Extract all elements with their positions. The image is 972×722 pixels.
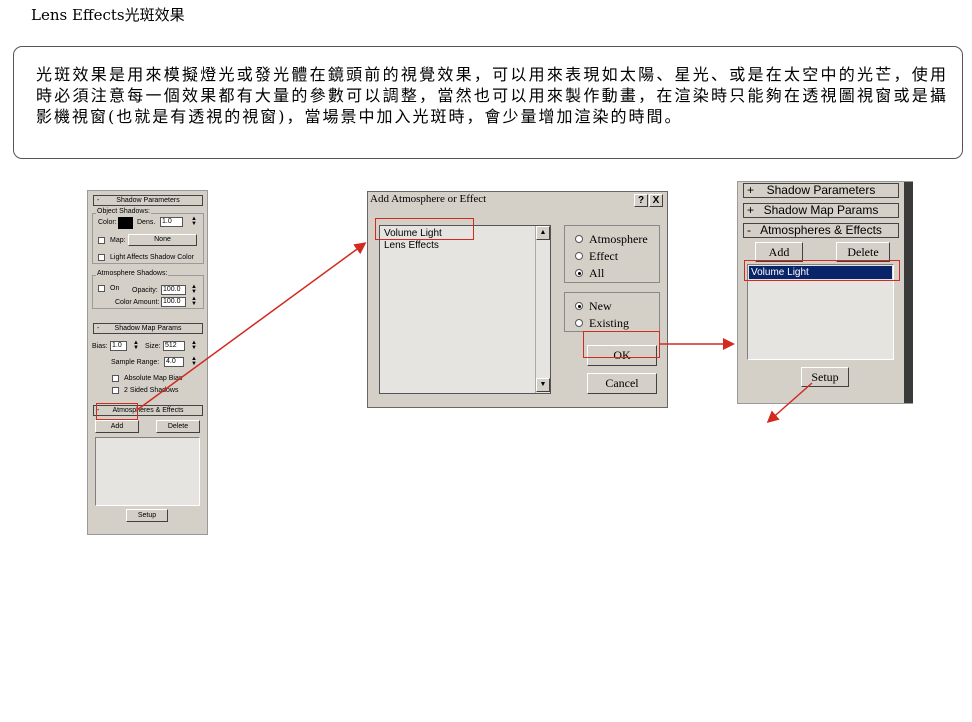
light-affects-shadow-label: Light Affects Shadow Color (110, 254, 194, 261)
on-label: On (110, 285, 120, 292)
dens-label: Dens. (137, 219, 156, 226)
two-sided-shadows-label: 2 Sided Shadows (124, 387, 179, 394)
rollout-title: Shadow Map Params (763, 203, 879, 217)
add-effect-button[interactable]: Add (755, 242, 803, 262)
map-checkbox[interactable] (98, 237, 105, 244)
intro-paragraph: 光斑效果是用來模擬燈光或發光體在鏡頭前的視覺效果，可以用來表現如太陽、星光、或是… (36, 65, 948, 126)
scroll-down-icon[interactable]: ▼ (536, 378, 550, 392)
atmosphere-shadows-label: Atmosphere Shadows: (96, 270, 169, 277)
absolute-map-bias-checkbox[interactable] (112, 375, 119, 382)
setup-button[interactable]: Setup (801, 367, 849, 387)
spinner-arrows-icon[interactable]: ▲ ▼ (191, 340, 197, 351)
rollout-collapse-sign: - (97, 325, 100, 332)
color-amount-spinner-input[interactable]: 100.0 (161, 297, 186, 307)
light-modify-panel: - Shadow Parameters Object Shadows: Colo… (87, 190, 208, 535)
dens-spinner-input[interactable]: 1.0 (160, 217, 183, 227)
highlight-box (583, 331, 660, 358)
sample-range-label: Sample Range: (111, 359, 160, 366)
rollout-title: Shadow Parameters (116, 197, 180, 204)
shadow-map-none-button[interactable]: None (128, 234, 197, 246)
rollout-atmospheres-effects[interactable]: - Atmospheres & Effects (743, 223, 899, 238)
add-atmosphere-dialog: Add Atmosphere or Effect ? X Volume Ligh… (367, 191, 668, 408)
setup-button[interactable]: Setup (126, 509, 168, 522)
effect-listbox[interactable]: Volume Light Lens Effects ▲ ▼ (379, 225, 551, 394)
highlight-box (96, 403, 138, 420)
atmosphere-shadows-on-checkbox[interactable] (98, 285, 105, 292)
filter-radio-all[interactable] (575, 269, 583, 277)
rollout-shadow-parameters[interactable]: - Shadow Parameters (93, 195, 203, 206)
scroll-up-icon[interactable]: ▲ (536, 226, 550, 240)
rollout-shadow-map-params[interactable]: + Shadow Map Params (743, 203, 899, 218)
rollout-title: Shadow Map Params (114, 325, 182, 332)
absolute-map-bias-label: Absolute Map Bias (124, 375, 183, 382)
rollout-title: Shadow Parameters (766, 183, 876, 197)
list-item-lens-effects[interactable]: Lens Effects (384, 240, 439, 251)
mode-radio-new[interactable] (575, 302, 583, 310)
filter-label-effect: Effect (589, 249, 619, 263)
close-button[interactable]: X (649, 194, 663, 207)
opacity-label: Opacity: (132, 287, 158, 294)
spinner-arrows-icon[interactable]: ▲ ▼ (133, 340, 139, 351)
rollout-collapse-sign: - (747, 223, 751, 237)
map-label: Map: (110, 237, 126, 244)
page-title: Lens Effects光斑效果 (31, 6, 185, 24)
effects-list[interactable] (95, 437, 200, 506)
cancel-button[interactable]: Cancel (587, 373, 657, 394)
rollout-shadow-map-params[interactable]: - Shadow Map Params (93, 323, 203, 334)
dialog-title: Add Atmosphere or Effect (370, 193, 487, 205)
shadow-color-swatch[interactable] (118, 217, 133, 229)
mode-radio-existing[interactable] (575, 319, 583, 327)
mode-label-existing: Existing (589, 316, 630, 330)
size-label: Size: (145, 343, 161, 350)
filter-radio-atmosphere[interactable] (575, 235, 583, 243)
two-sided-shadows-checkbox[interactable] (112, 387, 119, 394)
size-spinner-input[interactable]: 512 (163, 341, 185, 351)
sample-range-spinner-input[interactable]: 4.0 (164, 357, 184, 367)
spinner-arrows-icon[interactable]: ▲ ▼ (191, 296, 197, 307)
filter-radio-effect[interactable] (575, 252, 583, 260)
help-button[interactable]: ? (634, 194, 648, 207)
delete-effect-button[interactable]: Delete (836, 242, 890, 262)
spinner-arrows-icon[interactable]: ▲ ▼ (191, 284, 197, 295)
rollout-expand-sign: + (747, 183, 755, 197)
effects-rollout-panel: + Shadow Parameters + Shadow Map Params … (737, 181, 913, 404)
bias-label: Bias: (92, 343, 108, 350)
rollout-collapse-sign: - (97, 197, 100, 204)
filter-label-atmosphere: Atmosphere (589, 232, 648, 246)
spinner-arrows-icon[interactable]: ▲ ▼ (191, 356, 197, 367)
delete-effect-button[interactable]: Delete (156, 420, 200, 433)
rollout-shadow-parameters[interactable]: + Shadow Parameters (743, 183, 899, 198)
rollout-title: Atmospheres & Effects (760, 223, 882, 237)
opacity-spinner-input[interactable]: 100.0 (161, 285, 186, 295)
mode-label-new: New (589, 299, 612, 313)
panel-scrollbar[interactable] (904, 182, 913, 403)
add-effect-button[interactable]: Add (95, 420, 139, 433)
light-affects-shadow-checkbox[interactable] (98, 254, 105, 261)
bias-spinner-input[interactable]: 1.0 (110, 341, 127, 351)
color-amount-label: Color Amount: (115, 299, 160, 306)
highlight-box (744, 260, 900, 281)
rollout-expand-sign: + (747, 203, 755, 217)
highlight-box (375, 218, 474, 240)
filter-label-all: All (589, 266, 605, 280)
listbox-scrollbar[interactable]: ▲ ▼ (535, 226, 550, 393)
spinner-arrows-icon[interactable]: ▲ ▼ (191, 216, 197, 227)
object-shadows-label: Object Shadows: (96, 208, 151, 215)
dialog-title-bar: Add Atmosphere or Effect ? X (368, 192, 667, 209)
color-label: Color: (98, 219, 117, 226)
